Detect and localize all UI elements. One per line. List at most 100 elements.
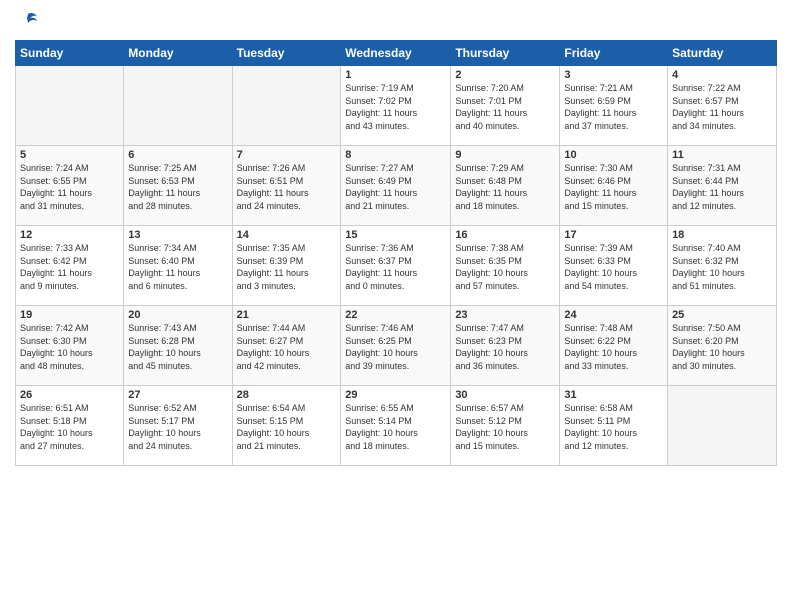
calendar-header-row: SundayMondayTuesdayWednesdayThursdayFrid… <box>16 41 777 66</box>
day-info: Sunrise: 6:58 AM Sunset: 5:11 PM Dayligh… <box>564 402 663 452</box>
day-number: 7 <box>237 149 337 161</box>
day-number: 31 <box>564 389 663 401</box>
day-info: Sunrise: 6:52 AM Sunset: 5:17 PM Dayligh… <box>128 402 227 452</box>
day-info: Sunrise: 7:24 AM Sunset: 6:55 PM Dayligh… <box>20 162 119 212</box>
day-number: 25 <box>672 309 772 321</box>
calendar-week-row: 5Sunrise: 7:24 AM Sunset: 6:55 PM Daylig… <box>16 146 777 226</box>
weekday-header: Tuesday <box>232 41 341 66</box>
logo-bird-icon <box>17 10 39 32</box>
weekday-header: Friday <box>560 41 668 66</box>
day-info: Sunrise: 7:39 AM Sunset: 6:33 PM Dayligh… <box>564 242 663 292</box>
day-number: 11 <box>672 149 772 161</box>
day-number: 16 <box>455 229 555 241</box>
calendar-cell: 16Sunrise: 7:38 AM Sunset: 6:35 PM Dayli… <box>451 226 560 306</box>
calendar-cell: 9Sunrise: 7:29 AM Sunset: 6:48 PM Daylig… <box>451 146 560 226</box>
calendar-cell: 7Sunrise: 7:26 AM Sunset: 6:51 PM Daylig… <box>232 146 341 226</box>
day-number: 30 <box>455 389 555 401</box>
day-number: 4 <box>672 69 772 81</box>
calendar-cell <box>232 66 341 146</box>
calendar-cell: 24Sunrise: 7:48 AM Sunset: 6:22 PM Dayli… <box>560 306 668 386</box>
day-number: 2 <box>455 69 555 81</box>
day-info: Sunrise: 7:31 AM Sunset: 6:44 PM Dayligh… <box>672 162 772 212</box>
day-info: Sunrise: 7:29 AM Sunset: 6:48 PM Dayligh… <box>455 162 555 212</box>
day-info: Sunrise: 7:48 AM Sunset: 6:22 PM Dayligh… <box>564 322 663 372</box>
calendar-cell: 31Sunrise: 6:58 AM Sunset: 5:11 PM Dayli… <box>560 386 668 466</box>
calendar-cell: 21Sunrise: 7:44 AM Sunset: 6:27 PM Dayli… <box>232 306 341 386</box>
calendar-cell <box>124 66 232 146</box>
day-info: Sunrise: 7:26 AM Sunset: 6:51 PM Dayligh… <box>237 162 337 212</box>
day-number: 13 <box>128 229 227 241</box>
day-info: Sunrise: 7:19 AM Sunset: 7:02 PM Dayligh… <box>345 82 446 132</box>
day-number: 28 <box>237 389 337 401</box>
day-number: 5 <box>20 149 119 161</box>
day-number: 26 <box>20 389 119 401</box>
weekday-header: Sunday <box>16 41 124 66</box>
calendar-cell: 12Sunrise: 7:33 AM Sunset: 6:42 PM Dayli… <box>16 226 124 306</box>
calendar-cell: 6Sunrise: 7:25 AM Sunset: 6:53 PM Daylig… <box>124 146 232 226</box>
day-info: Sunrise: 7:43 AM Sunset: 6:28 PM Dayligh… <box>128 322 227 372</box>
day-number: 10 <box>564 149 663 161</box>
calendar-cell: 4Sunrise: 7:22 AM Sunset: 6:57 PM Daylig… <box>668 66 777 146</box>
calendar-cell: 5Sunrise: 7:24 AM Sunset: 6:55 PM Daylig… <box>16 146 124 226</box>
day-info: Sunrise: 7:46 AM Sunset: 6:25 PM Dayligh… <box>345 322 446 372</box>
day-info: Sunrise: 7:40 AM Sunset: 6:32 PM Dayligh… <box>672 242 772 292</box>
calendar-cell: 26Sunrise: 6:51 AM Sunset: 5:18 PM Dayli… <box>16 386 124 466</box>
day-number: 8 <box>345 149 446 161</box>
day-number: 17 <box>564 229 663 241</box>
day-info: Sunrise: 7:25 AM Sunset: 6:53 PM Dayligh… <box>128 162 227 212</box>
calendar-cell: 30Sunrise: 6:57 AM Sunset: 5:12 PM Dayli… <box>451 386 560 466</box>
page-header <box>15 10 777 32</box>
day-info: Sunrise: 7:20 AM Sunset: 7:01 PM Dayligh… <box>455 82 555 132</box>
calendar-table: SundayMondayTuesdayWednesdayThursdayFrid… <box>15 40 777 466</box>
calendar-cell: 23Sunrise: 7:47 AM Sunset: 6:23 PM Dayli… <box>451 306 560 386</box>
day-number: 18 <box>672 229 772 241</box>
day-info: Sunrise: 7:38 AM Sunset: 6:35 PM Dayligh… <box>455 242 555 292</box>
calendar-week-row: 1Sunrise: 7:19 AM Sunset: 7:02 PM Daylig… <box>16 66 777 146</box>
day-number: 9 <box>455 149 555 161</box>
day-info: Sunrise: 7:22 AM Sunset: 6:57 PM Dayligh… <box>672 82 772 132</box>
calendar-cell: 28Sunrise: 6:54 AM Sunset: 5:15 PM Dayli… <box>232 386 341 466</box>
calendar-cell: 17Sunrise: 7:39 AM Sunset: 6:33 PM Dayli… <box>560 226 668 306</box>
calendar-cell: 29Sunrise: 6:55 AM Sunset: 5:14 PM Dayli… <box>341 386 451 466</box>
calendar-cell: 2Sunrise: 7:20 AM Sunset: 7:01 PM Daylig… <box>451 66 560 146</box>
day-number: 22 <box>345 309 446 321</box>
calendar-cell: 20Sunrise: 7:43 AM Sunset: 6:28 PM Dayli… <box>124 306 232 386</box>
day-number: 29 <box>345 389 446 401</box>
calendar-cell: 10Sunrise: 7:30 AM Sunset: 6:46 PM Dayli… <box>560 146 668 226</box>
weekday-header: Saturday <box>668 41 777 66</box>
day-number: 12 <box>20 229 119 241</box>
day-info: Sunrise: 7:21 AM Sunset: 6:59 PM Dayligh… <box>564 82 663 132</box>
day-info: Sunrise: 7:27 AM Sunset: 6:49 PM Dayligh… <box>345 162 446 212</box>
day-info: Sunrise: 6:55 AM Sunset: 5:14 PM Dayligh… <box>345 402 446 452</box>
calendar-cell: 19Sunrise: 7:42 AM Sunset: 6:30 PM Dayli… <box>16 306 124 386</box>
calendar-cell: 14Sunrise: 7:35 AM Sunset: 6:39 PM Dayli… <box>232 226 341 306</box>
weekday-header: Thursday <box>451 41 560 66</box>
calendar-cell <box>16 66 124 146</box>
day-number: 19 <box>20 309 119 321</box>
calendar-cell: 8Sunrise: 7:27 AM Sunset: 6:49 PM Daylig… <box>341 146 451 226</box>
day-number: 24 <box>564 309 663 321</box>
calendar-cell: 13Sunrise: 7:34 AM Sunset: 6:40 PM Dayli… <box>124 226 232 306</box>
day-info: Sunrise: 7:33 AM Sunset: 6:42 PM Dayligh… <box>20 242 119 292</box>
day-number: 6 <box>128 149 227 161</box>
day-number: 1 <box>345 69 446 81</box>
calendar-cell: 25Sunrise: 7:50 AM Sunset: 6:20 PM Dayli… <box>668 306 777 386</box>
day-number: 23 <box>455 309 555 321</box>
calendar-cell: 27Sunrise: 6:52 AM Sunset: 5:17 PM Dayli… <box>124 386 232 466</box>
day-info: Sunrise: 6:51 AM Sunset: 5:18 PM Dayligh… <box>20 402 119 452</box>
day-info: Sunrise: 7:47 AM Sunset: 6:23 PM Dayligh… <box>455 322 555 372</box>
logo <box>15 10 39 32</box>
day-info: Sunrise: 6:57 AM Sunset: 5:12 PM Dayligh… <box>455 402 555 452</box>
calendar-week-row: 26Sunrise: 6:51 AM Sunset: 5:18 PM Dayli… <box>16 386 777 466</box>
calendar-cell: 22Sunrise: 7:46 AM Sunset: 6:25 PM Dayli… <box>341 306 451 386</box>
calendar-cell <box>668 386 777 466</box>
weekday-header: Wednesday <box>341 41 451 66</box>
day-info: Sunrise: 7:36 AM Sunset: 6:37 PM Dayligh… <box>345 242 446 292</box>
day-info: Sunrise: 7:42 AM Sunset: 6:30 PM Dayligh… <box>20 322 119 372</box>
day-info: Sunrise: 7:44 AM Sunset: 6:27 PM Dayligh… <box>237 322 337 372</box>
calendar-week-row: 19Sunrise: 7:42 AM Sunset: 6:30 PM Dayli… <box>16 306 777 386</box>
day-info: Sunrise: 7:30 AM Sunset: 6:46 PM Dayligh… <box>564 162 663 212</box>
day-number: 27 <box>128 389 227 401</box>
calendar-cell: 18Sunrise: 7:40 AM Sunset: 6:32 PM Dayli… <box>668 226 777 306</box>
calendar-cell: 1Sunrise: 7:19 AM Sunset: 7:02 PM Daylig… <box>341 66 451 146</box>
